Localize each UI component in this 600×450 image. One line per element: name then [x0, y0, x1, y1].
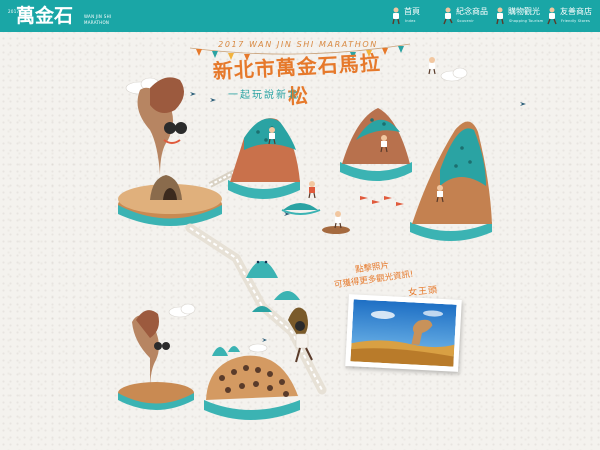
- event-subtitle: 一起玩說新北: [228, 90, 300, 101]
- sea-islets: [281, 196, 404, 234]
- queens-head-island-small[interactable]: [118, 310, 194, 410]
- event-title-zh: 新北市萬金石馬拉松: [212, 50, 382, 109]
- rock-photo-illustration: [350, 299, 457, 367]
- mountain-island-right[interactable]: [340, 108, 412, 181]
- photo-image: [350, 299, 457, 367]
- mountain-island-center[interactable]: [228, 118, 300, 199]
- mountain-island-far-right[interactable]: [410, 121, 492, 241]
- mushroom-rock-field[interactable]: [204, 346, 300, 420]
- queens-head-photo[interactable]: [345, 294, 462, 372]
